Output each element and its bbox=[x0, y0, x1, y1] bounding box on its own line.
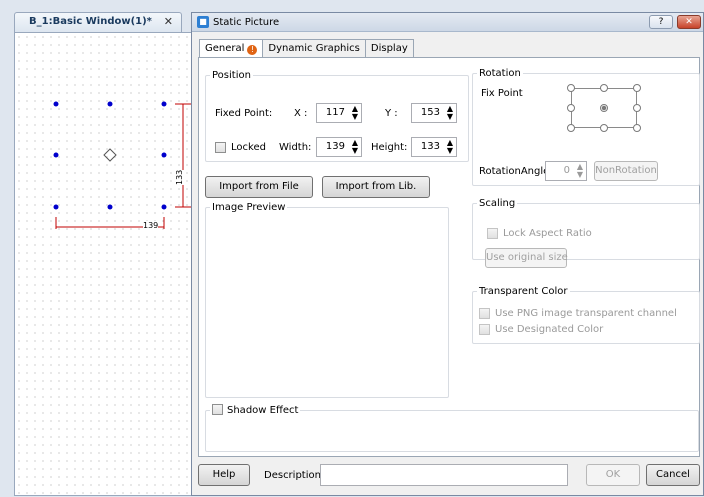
selection-handle[interactable] bbox=[53, 152, 59, 158]
locked-label: Locked bbox=[231, 142, 266, 153]
shadow-effect-group: Shadow Effect bbox=[205, 404, 699, 452]
height-stepper[interactable]: 133 ▲ ▼ bbox=[411, 137, 457, 157]
fix-point-option[interactable] bbox=[600, 84, 608, 92]
designated-color-label: Use Designated Color bbox=[495, 324, 604, 335]
stepper-arrows-icon[interactable]: ▲ ▼ bbox=[447, 105, 453, 121]
app-icon: ■ bbox=[197, 16, 209, 28]
description-input[interactable] bbox=[320, 464, 568, 486]
import-from-lib-button[interactable]: Import from Lib. bbox=[322, 176, 430, 198]
png-channel-checkbox[interactable] bbox=[479, 308, 490, 319]
pivot-icon[interactable] bbox=[103, 148, 117, 162]
fix-point-option[interactable] bbox=[567, 84, 575, 92]
lock-aspect-checkbox[interactable] bbox=[487, 228, 498, 239]
fix-point-option[interactable] bbox=[633, 104, 641, 112]
shadow-effect-checkbox[interactable] bbox=[212, 404, 223, 415]
fix-point-option[interactable] bbox=[600, 124, 608, 132]
width-dimension-label: 139 bbox=[143, 221, 159, 230]
tab-label: Display bbox=[370, 43, 408, 54]
close-button[interactable]: ✕ bbox=[677, 15, 701, 29]
x-value: 117 bbox=[325, 107, 345, 118]
width-stepper[interactable]: 139 ▲ ▼ bbox=[316, 137, 362, 157]
rotation-angle-label: RotationAngle bbox=[479, 166, 550, 177]
lock-aspect-label: Lock Aspect Ratio bbox=[503, 228, 592, 239]
nonrotation-button[interactable]: NonRotation bbox=[594, 161, 658, 181]
selection-handle[interactable] bbox=[161, 204, 167, 210]
warning-icon: ! bbox=[247, 45, 258, 55]
rotation-angle-value: 0 bbox=[563, 165, 570, 176]
static-picture-dialog: ■ Static Picture ? ✕ General! Dynamic Gr… bbox=[191, 12, 704, 496]
help-button[interactable]: ? bbox=[649, 15, 673, 29]
rotation-angle-stepper[interactable]: 0 ▲ ▼ bbox=[545, 161, 587, 181]
editor-tab[interactable]: B_1:Basic Window(1)* ✕ bbox=[14, 12, 182, 32]
rotation-legend: Rotation bbox=[479, 68, 521, 79]
fix-point-option[interactable] bbox=[633, 124, 641, 132]
tab-label: General bbox=[205, 43, 245, 54]
description-label: Description: bbox=[264, 470, 325, 481]
designated-color-checkbox[interactable] bbox=[479, 324, 490, 335]
height-label: Height: bbox=[371, 142, 408, 153]
dialog-title: Static Picture bbox=[213, 17, 280, 28]
use-original-size-button[interactable]: Use original size bbox=[485, 248, 568, 268]
shadow-effect-label: Shadow Effect bbox=[227, 405, 299, 416]
locked-checkbox[interactable] bbox=[215, 142, 226, 153]
selection-handle[interactable] bbox=[161, 152, 167, 158]
width-label: Width: bbox=[279, 142, 312, 153]
editor-canvas[interactable]: 139 133 bbox=[14, 32, 194, 496]
selection-handle[interactable] bbox=[161, 101, 167, 107]
selection-handle[interactable] bbox=[107, 101, 113, 107]
y-label: Y : bbox=[385, 108, 398, 119]
cancel-button[interactable]: Cancel bbox=[646, 464, 700, 486]
transparent-color-legend: Transparent Color bbox=[479, 286, 568, 297]
x-label: X : bbox=[294, 108, 308, 119]
tab-general[interactable]: General! bbox=[199, 39, 264, 59]
help-footer-button[interactable]: Help bbox=[198, 464, 250, 486]
shadow-effect-legend: Shadow Effect bbox=[210, 404, 300, 416]
selection-handle[interactable] bbox=[53, 204, 59, 210]
height-value: 133 bbox=[420, 141, 440, 152]
editor-tab-title: B_1:Basic Window(1)* bbox=[29, 16, 152, 27]
selection-overlay bbox=[53, 101, 191, 229]
selection-handle[interactable] bbox=[53, 101, 59, 107]
image-preview-legend: Image Preview bbox=[212, 202, 286, 213]
dialog-tabs: General! Dynamic Graphics Display bbox=[199, 39, 414, 59]
fixed-point-label: Fixed Point: bbox=[215, 108, 273, 119]
position-legend: Position bbox=[212, 70, 251, 81]
dialog-titlebar[interactable]: ■ Static Picture ? ✕ bbox=[192, 13, 703, 32]
height-dimension-label: 133 bbox=[175, 169, 184, 185]
fix-point-option-selected[interactable] bbox=[600, 104, 608, 112]
close-icon[interactable]: ✕ bbox=[164, 15, 173, 28]
image-preview-group: Image Preview bbox=[205, 202, 449, 398]
general-panel: Position Fixed Point: X : 117 ▲ ▼ Y : 153… bbox=[198, 57, 700, 457]
fix-point-label: Fix Point bbox=[481, 88, 523, 99]
stepper-arrows-icon[interactable]: ▲ ▼ bbox=[352, 105, 358, 121]
ok-button[interactable]: OK bbox=[586, 464, 640, 486]
tab-dynamic-graphics[interactable]: Dynamic Graphics bbox=[262, 39, 366, 58]
scaling-legend: Scaling bbox=[479, 198, 516, 209]
fix-point-option[interactable] bbox=[567, 104, 575, 112]
y-stepper[interactable]: 153 ▲ ▼ bbox=[411, 103, 457, 123]
x-stepper[interactable]: 117 ▲ ▼ bbox=[316, 103, 362, 123]
y-value: 153 bbox=[420, 107, 440, 118]
fix-point-option[interactable] bbox=[567, 124, 575, 132]
stepper-arrows-icon[interactable]: ▲ ▼ bbox=[447, 139, 453, 155]
width-value: 139 bbox=[325, 141, 345, 152]
tab-label: Dynamic Graphics bbox=[268, 43, 360, 54]
tab-display[interactable]: Display bbox=[364, 39, 414, 58]
png-channel-label: Use PNG image transparent channel bbox=[495, 308, 677, 319]
fix-point-selector[interactable] bbox=[567, 84, 641, 132]
import-from-file-button[interactable]: Import from File bbox=[205, 176, 313, 198]
selection-handle[interactable] bbox=[107, 204, 113, 210]
stepper-arrows-icon[interactable]: ▲ ▼ bbox=[352, 139, 358, 155]
stepper-arrows-icon[interactable]: ▲ ▼ bbox=[577, 163, 583, 179]
fix-point-option[interactable] bbox=[633, 84, 641, 92]
